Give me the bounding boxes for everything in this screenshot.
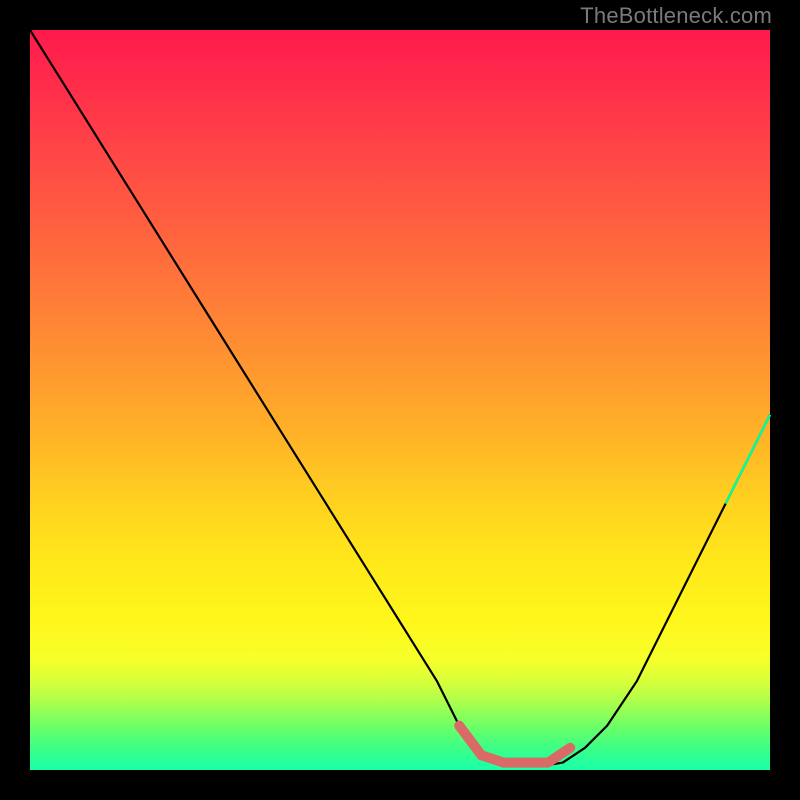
bottleneck-curve — [30, 30, 770, 766]
curve-layer — [30, 30, 770, 770]
gradient-plot-area — [30, 30, 770, 770]
watermark-text: TheBottleneck.com — [580, 3, 772, 29]
chart-frame: TheBottleneck.com — [0, 0, 800, 800]
optimal-region-marker — [459, 726, 570, 763]
bottleneck-curve-accent — [726, 415, 770, 504]
